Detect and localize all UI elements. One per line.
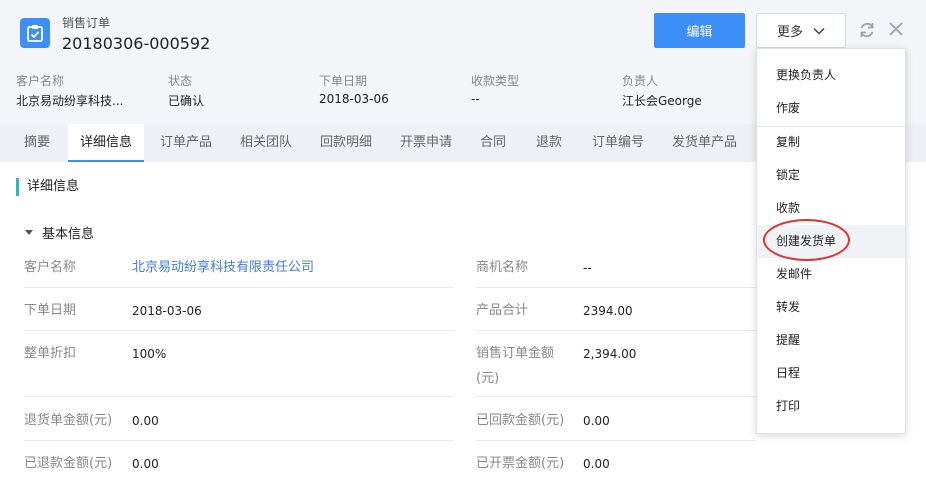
close-icon[interactable] xyxy=(887,20,905,38)
menu-item-lock[interactable]: 锁定 xyxy=(757,159,905,192)
field-label: 下单日期 xyxy=(24,303,77,318)
summary-value: -- xyxy=(471,92,480,106)
more-button-label: 更多 xyxy=(776,25,803,40)
tab-order-products[interactable]: 订单产品 xyxy=(148,124,224,162)
field-value: 0.00 xyxy=(583,414,610,428)
tab-related-team[interactable]: 相关团队 xyxy=(228,124,304,162)
divider xyxy=(24,440,454,441)
caret-down-icon xyxy=(25,229,33,235)
menu-item-copy[interactable]: 复制 xyxy=(757,126,905,159)
field-label: 产品合计 xyxy=(476,303,529,318)
divider xyxy=(24,287,454,288)
field-value: 0.00 xyxy=(132,457,159,471)
tab-delivery-products[interactable]: 发货单产品 xyxy=(660,124,749,162)
summary-value: 2018-03-06 xyxy=(319,92,389,106)
field-label: 退货单金额(元) xyxy=(24,413,113,428)
field-label: 整单折扣 xyxy=(24,346,77,361)
menu-item-void[interactable]: 作废 xyxy=(757,92,905,125)
summary-customer: 客户名称 北京易动纷享科技... xyxy=(16,72,123,109)
menu-item-forward[interactable]: 转发 xyxy=(757,291,905,324)
menu-item-schedule[interactable]: 日程 xyxy=(757,357,905,390)
group-toggle[interactable]: 基本信息 xyxy=(24,223,94,242)
tab-invoice-requests[interactable]: 开票申请 xyxy=(388,124,464,162)
summary-order-date: 下单日期 2018-03-06 xyxy=(319,72,389,106)
field-value: 2394.00 xyxy=(583,304,633,318)
field-label: 已回款金额(元) xyxy=(476,413,565,428)
divider xyxy=(476,287,756,288)
tab-order-number[interactable]: 订单编号 xyxy=(580,124,656,162)
menu-item-print[interactable]: 打印 xyxy=(757,390,905,423)
summary-label: 负责人 xyxy=(622,74,659,88)
field-label: 已退款金额(元) xyxy=(24,456,113,471)
tab-details[interactable]: 详细信息 xyxy=(68,124,145,162)
field-label: 客户名称 xyxy=(24,260,77,275)
field-label: 商机名称 xyxy=(476,260,529,275)
more-button[interactable]: 更多 xyxy=(756,13,846,48)
edit-button[interactable]: 编辑 xyxy=(654,13,745,48)
divider xyxy=(24,330,454,331)
summary-label: 客户名称 xyxy=(16,74,65,88)
summary-label: 收款类型 xyxy=(471,74,520,88)
group-title-label: 基本信息 xyxy=(42,227,95,242)
divider xyxy=(476,440,756,441)
summary-status: 状态 已确认 xyxy=(168,72,204,109)
record-type-label: 销售订单 xyxy=(62,16,111,30)
chevron-down-icon xyxy=(813,27,825,35)
summary-label: 状态 xyxy=(168,74,193,88)
field-value: 2018-03-06 xyxy=(132,304,202,318)
summary-value: 已确认 xyxy=(168,94,205,108)
summary-owner: 负责人 江长会George xyxy=(622,72,702,109)
menu-item-change-owner[interactable]: 更换负责人 xyxy=(757,59,905,92)
highlight-annotation xyxy=(763,219,850,261)
menu-item-collect-payment[interactable]: 收款 xyxy=(757,192,905,225)
field-label-unit: (元) xyxy=(476,371,500,386)
field-value: 2,394.00 xyxy=(583,347,637,361)
summary-value: 江长会George xyxy=(622,94,702,108)
field-value: 100% xyxy=(132,347,167,361)
field-value: -- xyxy=(583,261,592,275)
field-value: 0.00 xyxy=(583,457,610,471)
divider xyxy=(24,396,454,397)
tab-refund[interactable]: 退款 xyxy=(524,124,574,162)
tab-summary[interactable]: 摘要 xyxy=(12,124,62,162)
sales-order-icon xyxy=(20,18,50,48)
field-label: 销售订单金额 xyxy=(476,346,555,361)
tab-contract[interactable]: 合同 xyxy=(468,124,518,162)
divider xyxy=(476,396,756,397)
summary-value: 北京易动纷享科技... xyxy=(16,94,124,108)
field-label: 已开票金额(元) xyxy=(476,456,565,471)
divider xyxy=(476,330,756,331)
refresh-icon[interactable] xyxy=(857,20,877,40)
record-title: 20180306-000592 xyxy=(62,34,211,53)
summary-payment-type: 收款类型 -- xyxy=(471,72,519,106)
menu-item-reminder[interactable]: 提醒 xyxy=(757,324,905,357)
section-title: 详细信息 xyxy=(16,178,79,196)
tab-payment-details[interactable]: 回款明细 xyxy=(308,124,384,162)
customer-link[interactable]: 北京易动纷享科技有限责任公司 xyxy=(132,256,314,280)
menu-item-send-email[interactable]: 发邮件 xyxy=(757,258,905,291)
summary-label: 下单日期 xyxy=(319,74,368,88)
field-value: 0.00 xyxy=(132,414,159,428)
